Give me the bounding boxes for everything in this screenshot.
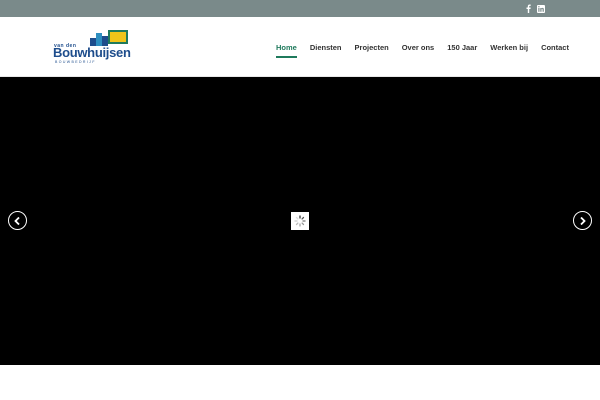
below-slider-area: [0, 365, 600, 400]
main-navigation: Home Diensten Projecten Over ons 150 Jaa…: [276, 17, 582, 77]
chevron-left-icon: [14, 216, 20, 225]
nav-over-ons[interactable]: Over ons: [402, 17, 435, 77]
nav-contact[interactable]: Contact: [541, 17, 569, 77]
chevron-right-icon: [580, 216, 586, 225]
top-bar: [0, 0, 600, 17]
site-header: van den Bouwhuijsen BOUWBEDRIJF Home Die…: [0, 17, 600, 77]
nav-diensten[interactable]: Diensten: [310, 17, 342, 77]
linkedin-icon[interactable]: [536, 4, 545, 13]
site-logo[interactable]: van den Bouwhuijsen BOUWBEDRIJF: [52, 29, 132, 65]
logo-subtitle: BOUWBEDRIJF: [55, 60, 96, 64]
nav-projecten[interactable]: Projecten: [355, 17, 389, 77]
hero-slider: [0, 77, 600, 365]
nav-home[interactable]: Home: [276, 17, 297, 77]
slider-loader: [291, 212, 309, 230]
slider-next-button[interactable]: [573, 211, 592, 230]
nav-150-jaar[interactable]: 150 Jaar: [447, 17, 477, 77]
nav-werken-bij[interactable]: Werken bij: [490, 17, 528, 77]
logo-brand-name: Bouwhuijsen: [53, 45, 131, 60]
spinner-icon: [294, 215, 306, 227]
slider-prev-button[interactable]: [8, 211, 27, 230]
facebook-icon[interactable]: [524, 4, 533, 13]
